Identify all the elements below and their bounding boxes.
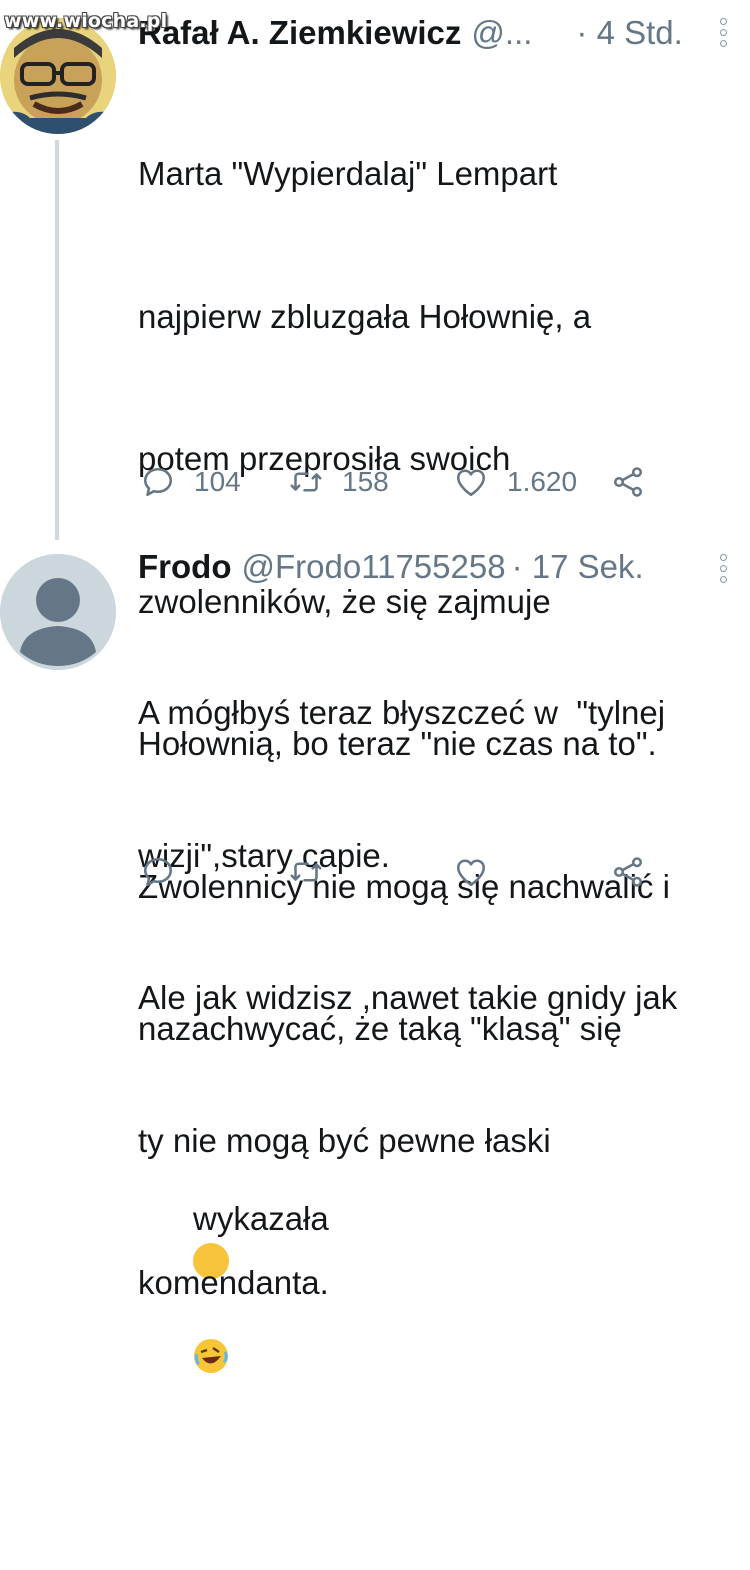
thread-connector	[55, 140, 59, 540]
timestamp[interactable]: · 4 Std.	[576, 14, 682, 52]
reply-button[interactable]	[140, 852, 176, 892]
text-line: A mógłbyś teraz błyszczeć w "tylnej	[138, 694, 666, 731]
more-options-icon[interactable]	[720, 554, 728, 583]
tweet-header: Frodo @Frodo11755258 · 17 Sek.	[138, 548, 644, 588]
reply-button[interactable]: 104	[140, 462, 241, 502]
like-button[interactable]: 1.620	[453, 462, 577, 502]
caricature-avatar-image	[0, 18, 116, 134]
retweet-button[interactable]: 158	[288, 462, 389, 502]
retweet-button[interactable]	[288, 852, 324, 892]
author-handle[interactable]: @Frodo11755258	[241, 548, 505, 586]
share-icon	[613, 467, 643, 497]
share-button[interactable]	[610, 852, 646, 892]
share-icon	[613, 857, 643, 887]
author-name[interactable]: Rafał A. Ziemkiewicz	[138, 14, 461, 52]
tweet-text: A mógłbyś teraz błyszczeć w "tylnej wizj…	[138, 594, 738, 1402]
watermark: www.wiocha.pl	[4, 10, 168, 32]
reply-icon	[143, 467, 173, 497]
default-profile-icon	[0, 554, 116, 670]
avatar[interactable]	[0, 18, 116, 134]
timestamp[interactable]: · 17 Sek.	[512, 548, 644, 586]
text-line: komendanta.	[138, 1264, 329, 1301]
like-count: 1.620	[507, 466, 578, 497]
like-icon	[456, 859, 486, 887]
text-line: najpierw zbluzgała Hołownię, a	[138, 297, 592, 335]
retweet-icon	[290, 472, 322, 492]
retweet-icon	[290, 862, 322, 882]
text-line: wizji",stary capie.	[138, 836, 390, 874]
author-handle[interactable]: @...	[471, 14, 532, 52]
share-button[interactable]	[610, 462, 646, 502]
reply-icon	[143, 857, 173, 887]
like-icon	[456, 469, 486, 497]
like-button[interactable]	[453, 852, 489, 892]
tweet-header: Rafał A. Ziemkiewicz @... · 4 Std.	[138, 14, 683, 54]
text-line: Ale jak widzisz ,nawet takie gnidy jak	[138, 979, 678, 1016]
avatar[interactable]	[0, 554, 116, 670]
text-line: Marta "Wypierdalaj" Lempart	[138, 155, 558, 192]
reply-count: 104	[194, 466, 241, 497]
author-name[interactable]: Frodo	[138, 548, 231, 586]
retweet-count: 158	[342, 466, 389, 497]
text-line: ty nie mogą być pewne łaski	[138, 1121, 551, 1159]
more-options-icon[interactable]	[720, 18, 728, 47]
